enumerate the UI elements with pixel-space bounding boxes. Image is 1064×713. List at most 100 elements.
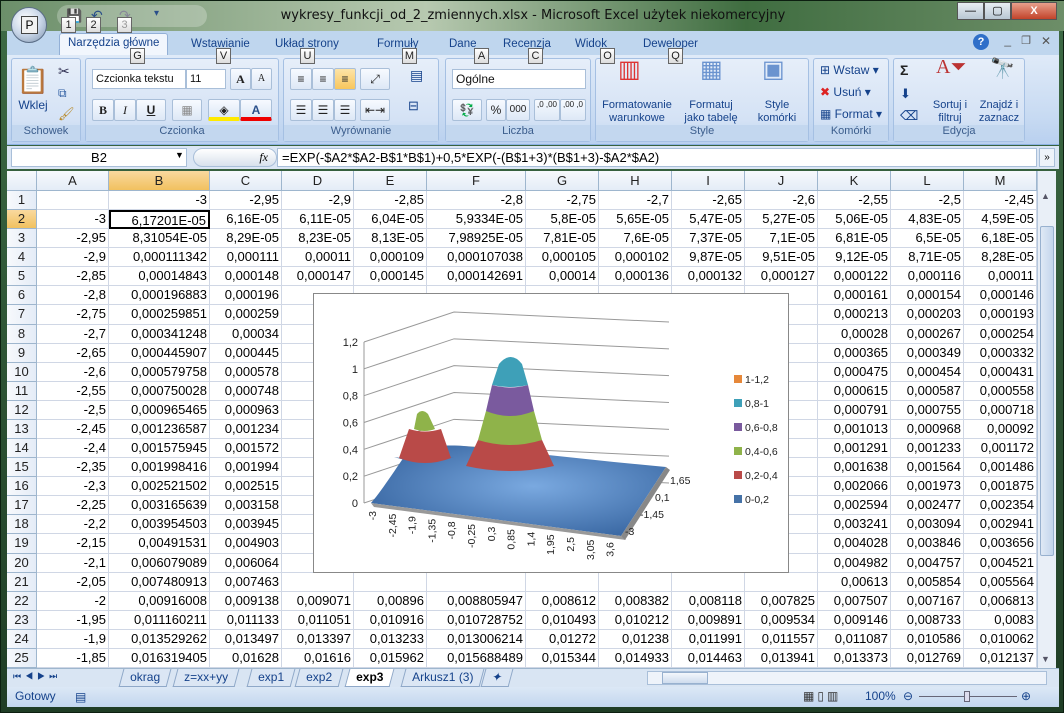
cell-K3[interactable]: 6,81E-05 bbox=[818, 229, 891, 249]
cell-J22[interactable]: 0,007825 bbox=[745, 591, 818, 611]
cell-L2[interactable]: 4,83E-05 bbox=[891, 210, 964, 230]
cell-L21[interactable]: 0,005854 bbox=[891, 572, 964, 592]
tab-recenzja[interactable]: Recenzja bbox=[495, 35, 559, 53]
cell-A4[interactable]: -2,9 bbox=[37, 248, 109, 268]
cell-K9[interactable]: 0,000365 bbox=[818, 343, 891, 363]
cell-D23[interactable]: 0,011051 bbox=[282, 610, 354, 630]
number-format-select[interactable]: Ogólne bbox=[452, 69, 586, 89]
cell-B25[interactable]: 0,016319405 bbox=[109, 648, 210, 668]
office-button[interactable]: P bbox=[11, 7, 47, 43]
cell-C23[interactable]: 0,011133 bbox=[210, 610, 282, 630]
minimize-button[interactable]: — bbox=[957, 2, 984, 20]
ribbon-minimize-icon[interactable]: _ bbox=[1004, 33, 1011, 47]
cell-D25[interactable]: 0,01616 bbox=[282, 648, 354, 668]
fill-color-button[interactable]: ◈ bbox=[208, 99, 240, 121]
cell-K6[interactable]: 0,000161 bbox=[818, 286, 891, 306]
cell-B19[interactable]: 0,00491531 bbox=[109, 534, 210, 554]
cell-A23[interactable]: -1,95 bbox=[37, 610, 109, 630]
column-header-L[interactable]: L bbox=[891, 171, 964, 191]
column-header-J[interactable]: J bbox=[745, 171, 818, 191]
cell-A21[interactable]: -2,05 bbox=[37, 572, 109, 592]
cell-A2[interactable]: -3 bbox=[37, 210, 109, 230]
align-top-button[interactable]: ≡ bbox=[290, 68, 312, 90]
cell-A19[interactable]: -2,15 bbox=[37, 534, 109, 554]
row-header-12[interactable]: 12 bbox=[7, 400, 37, 420]
font-name-select[interactable]: Czcionka tekstu bbox=[92, 69, 186, 89]
cell-M4[interactable]: 8,28E-05 bbox=[964, 248, 1037, 268]
cell-J24[interactable]: 0,011557 bbox=[745, 629, 818, 649]
decrease-decimal-button[interactable]: ,00 ,0 bbox=[560, 99, 586, 121]
cell-L10[interactable]: 0,000454 bbox=[891, 362, 964, 382]
cell-A12[interactable]: -2,5 bbox=[37, 400, 109, 420]
cell-A22[interactable]: -2 bbox=[37, 591, 109, 611]
cell-I5[interactable]: 0,000132 bbox=[672, 267, 745, 287]
cell-G23[interactable]: 0,010493 bbox=[526, 610, 599, 630]
cell-M23[interactable]: 0,0083 bbox=[964, 610, 1037, 630]
cell-I22[interactable]: 0,008118 bbox=[672, 591, 745, 611]
column-header-D[interactable]: D bbox=[282, 171, 354, 191]
scroll-down-icon[interactable]: ▼ bbox=[1041, 654, 1050, 664]
cell-M15[interactable]: 0,001486 bbox=[964, 458, 1037, 478]
cell-C18[interactable]: 0,003945 bbox=[210, 515, 282, 535]
macro-record-icon[interactable]: ▤ bbox=[75, 688, 86, 707]
cell-M13[interactable]: 0,00092 bbox=[964, 419, 1037, 440]
wrap-text-icon[interactable]: ▤ bbox=[410, 68, 423, 82]
cell-G25[interactable]: 0,015344 bbox=[526, 648, 599, 668]
cell-D5[interactable]: 0,000147 bbox=[282, 267, 354, 287]
cell-K15[interactable]: 0,001638 bbox=[818, 458, 891, 478]
cell-D1[interactable]: -2,9 bbox=[282, 191, 354, 211]
column-header-G[interactable]: G bbox=[526, 171, 599, 191]
cell-D22[interactable]: 0,009071 bbox=[282, 591, 354, 611]
delete-cells-button[interactable]: ✖ Usuń ▾ bbox=[820, 86, 871, 99]
cell-M5[interactable]: 0,00011 bbox=[964, 267, 1037, 287]
cell-L23[interactable]: 0,008733 bbox=[891, 610, 964, 630]
font-color-button[interactable]: A bbox=[240, 99, 272, 121]
cell-M21[interactable]: 0,005564 bbox=[964, 572, 1037, 592]
cell-C19[interactable]: 0,004903 bbox=[210, 534, 282, 554]
column-header-F[interactable]: F bbox=[427, 171, 526, 191]
row-header-2[interactable]: 2 bbox=[7, 210, 37, 230]
cell-B1[interactable]: -3 bbox=[109, 191, 210, 211]
cell-B3[interactable]: 8,31054E-05 bbox=[109, 229, 210, 249]
underline-button[interactable]: U bbox=[136, 99, 166, 121]
cell-I25[interactable]: 0,014463 bbox=[672, 648, 745, 668]
cell-K5[interactable]: 0,000122 bbox=[818, 267, 891, 287]
cell-K24[interactable]: 0,011087 bbox=[818, 629, 891, 649]
zoom-level[interactable]: 100% bbox=[865, 687, 896, 706]
cell-L4[interactable]: 8,71E-05 bbox=[891, 248, 964, 268]
italic-button[interactable]: I bbox=[114, 99, 136, 121]
cell-B21[interactable]: 0,007480913 bbox=[109, 572, 210, 592]
cell-B13[interactable]: 0,001236587 bbox=[109, 419, 210, 440]
row-header-9[interactable]: 9 bbox=[7, 343, 37, 363]
row-header-15[interactable]: 15 bbox=[7, 458, 37, 478]
cell-K8[interactable]: 0,00028 bbox=[818, 324, 891, 344]
zoom-in-icon[interactable]: ⊕ bbox=[1021, 687, 1031, 706]
cell-E24[interactable]: 0,013233 bbox=[354, 629, 427, 649]
cell-B16[interactable]: 0,002521502 bbox=[109, 477, 210, 497]
cell-E1[interactable]: -2,85 bbox=[354, 191, 427, 211]
cell-L5[interactable]: 0,000116 bbox=[891, 267, 964, 287]
column-header-K[interactable]: K bbox=[818, 171, 891, 191]
cell-K21[interactable]: 0,00613 bbox=[818, 572, 891, 592]
cell-C3[interactable]: 8,29E-05 bbox=[210, 229, 282, 249]
cell-H24[interactable]: 0,01238 bbox=[599, 629, 672, 649]
cell-K10[interactable]: 0,000475 bbox=[818, 362, 891, 382]
row-header-25[interactable]: 25 bbox=[7, 648, 37, 668]
cell-B2[interactable]: 6,17201E-05 bbox=[109, 210, 210, 230]
cell-E5[interactable]: 0,000145 bbox=[354, 267, 427, 287]
cell-M12[interactable]: 0,000718 bbox=[964, 400, 1037, 420]
align-middle-button[interactable]: ≡ bbox=[312, 68, 334, 90]
cell-C5[interactable]: 0,000148 bbox=[210, 267, 282, 287]
cut-icon[interactable]: ✂ bbox=[58, 64, 70, 78]
cell-L11[interactable]: 0,000587 bbox=[891, 381, 964, 401]
cell-C6[interactable]: 0,000196 bbox=[210, 286, 282, 306]
maximize-button[interactable]: ▢ bbox=[984, 2, 1011, 20]
merge-center-icon[interactable]: ⊟ bbox=[408, 99, 419, 112]
cell-A15[interactable]: -2,35 bbox=[37, 458, 109, 478]
align-bottom-button[interactable]: ≡ bbox=[334, 68, 356, 90]
cell-A9[interactable]: -2,65 bbox=[37, 343, 109, 363]
cell-C17[interactable]: 0,003158 bbox=[210, 496, 282, 516]
cell-A7[interactable]: -2,75 bbox=[37, 305, 109, 325]
cell-B7[interactable]: 0,000259851 bbox=[109, 305, 210, 325]
cell-B10[interactable]: 0,000579758 bbox=[109, 362, 210, 382]
